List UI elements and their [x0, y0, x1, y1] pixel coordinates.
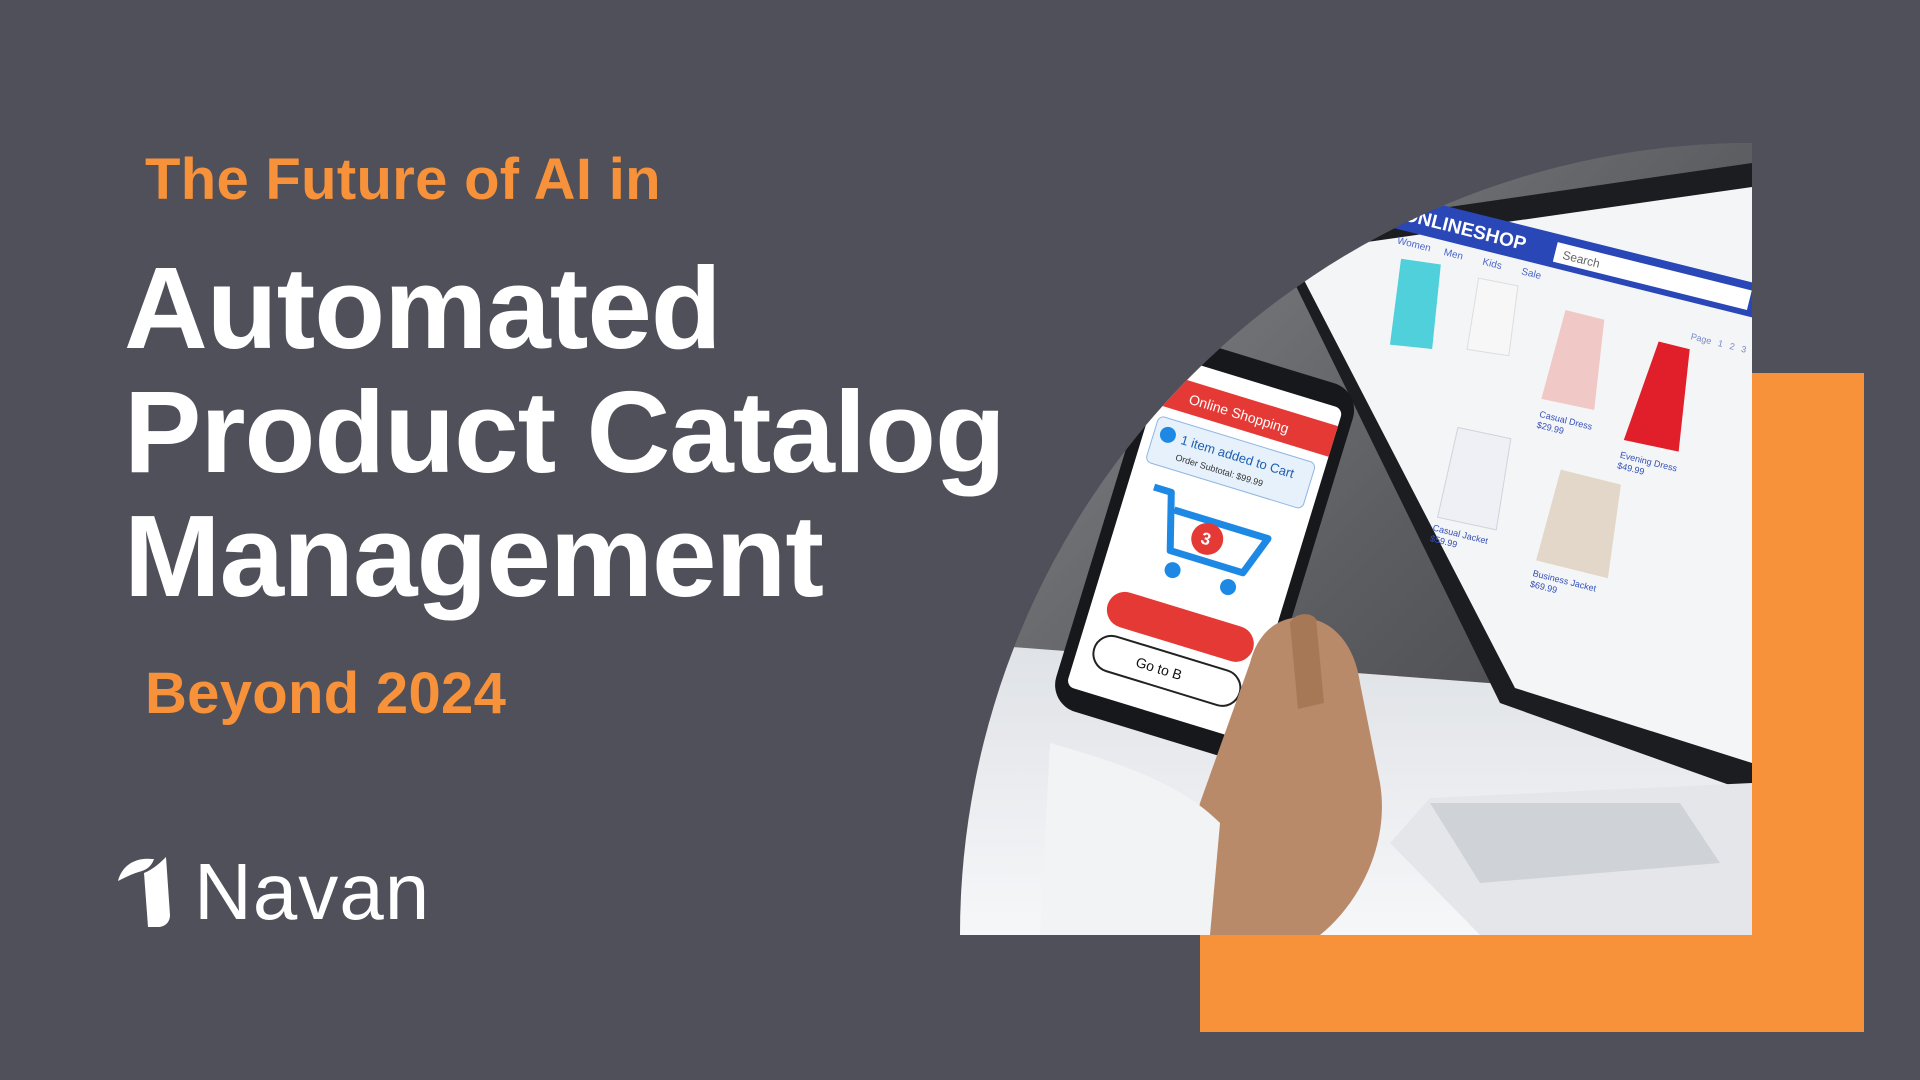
headline-line-1: Automated [124, 243, 722, 373]
navan-wordmark: Navan [194, 847, 431, 936]
navan-logo: Navan [114, 852, 430, 932]
headline: Automated Product Catalog Management [124, 243, 1006, 621]
hero-image: ONLINESHOP Search Women Men Kids Sale Pa… [960, 143, 1752, 935]
kicker-bottom: Beyond 2024 [145, 661, 507, 726]
headline-line-3: Management [124, 491, 824, 621]
navan-logo-icon [118, 857, 170, 927]
shopping-photo: ONLINESHOP Search Women Men Kids Sale Pa… [960, 143, 1752, 935]
kicker-top: The Future of AI in [145, 147, 661, 212]
headline-line-2: Product Catalog [124, 367, 1006, 497]
